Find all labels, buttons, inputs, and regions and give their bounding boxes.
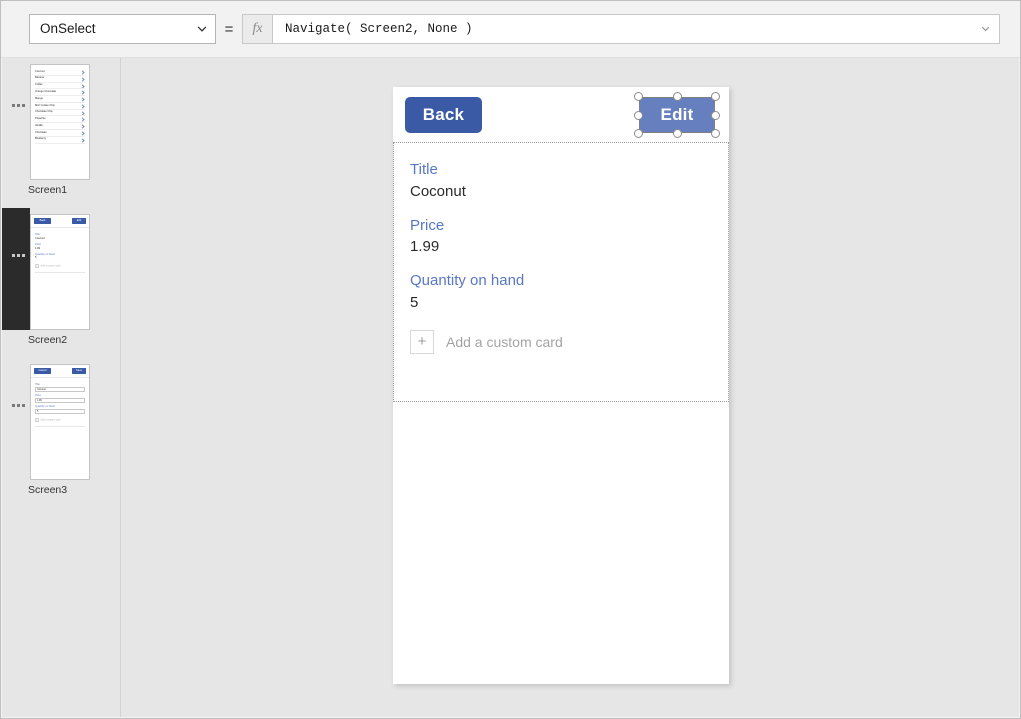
screen3-mini-field-label: Price xyxy=(35,394,85,398)
resize-handle-middle-left[interactable] xyxy=(634,111,643,120)
field-value: Coconut xyxy=(410,181,728,203)
list-item: Chocolate xyxy=(35,130,85,137)
power-apps-studio: OnSelect = fx Navigate( Screen2, None ) … xyxy=(0,0,1021,719)
screen1-ellipsis-icon[interactable] xyxy=(12,104,25,107)
screen2-mini-divider xyxy=(35,272,85,273)
screen2-mini-add-card: +Add a custom card xyxy=(35,264,85,268)
screen2-mini-edit-button: Edit xyxy=(72,218,86,224)
screen3-mini-cancel-button: Cancel xyxy=(34,368,51,374)
phone-preview: Back Edit Title Coconut xyxy=(393,87,729,684)
screen2-mini-header: Back Edit xyxy=(31,215,89,228)
screen2-mini-back-button: Back xyxy=(34,218,51,224)
display-form[interactable]: Title Coconut Price 1.99 Quantity on han… xyxy=(393,142,729,402)
screen3-ellipsis-icon[interactable] xyxy=(12,404,25,407)
screen1-preview: Coconut Banana Coffee Orange Chocolate M… xyxy=(30,64,90,180)
form-field-price[interactable]: Price 1.99 xyxy=(410,215,728,259)
list-item: Orange Chocolate xyxy=(35,89,85,96)
list-item: Blueberry xyxy=(35,137,85,144)
screen2-mini-field-value: 5 xyxy=(35,256,85,260)
edit-button-selection[interactable]: Edit xyxy=(639,97,715,133)
screen-thumbnail-screen1[interactable]: Coconut Banana Coffee Orange Chocolate M… xyxy=(2,58,121,208)
back-button[interactable]: Back xyxy=(405,97,482,133)
list-item: Banana xyxy=(35,76,85,83)
screen3-mini-form: Title Coconut Price 1.99 Quantity on han… xyxy=(31,378,89,427)
add-custom-card-button[interactable]: + Add a custom card xyxy=(410,330,728,354)
formula-bar: OnSelect = fx Navigate( Screen2, None ) xyxy=(1,1,1020,58)
screen3-preview: Cancel Save Title Coconut Price 1.99 Qua… xyxy=(30,364,90,480)
screen3-mini-header: Cancel Save xyxy=(31,365,89,378)
screen3-mini-save-button: Save xyxy=(72,368,86,374)
plus-icon: + xyxy=(410,330,434,354)
equals-sign: = xyxy=(216,21,242,38)
field-value: 1.99 xyxy=(410,236,728,258)
resize-handle-top-right[interactable] xyxy=(711,92,720,101)
field-label: Title xyxy=(410,159,728,181)
screen1-gallery-list: Coconut Banana Coffee Orange Chocolate M… xyxy=(31,65,89,144)
resize-handle-bottom-right[interactable] xyxy=(711,129,720,138)
screen3-mini-field-label: Quantity on hand xyxy=(35,405,85,409)
screen-thumbnail-rail[interactable]: Coconut Banana Coffee Orange Chocolate M… xyxy=(2,58,121,717)
resize-handle-top-left[interactable] xyxy=(634,92,643,101)
screen2-mini-form: Title Coconut Price 1.99 Quantity on han… xyxy=(31,228,89,273)
property-dropdown[interactable]: OnSelect xyxy=(29,14,216,44)
formula-expand-chevron-icon[interactable] xyxy=(981,25,990,34)
field-value: 5 xyxy=(410,292,728,314)
resize-handle-top-center[interactable] xyxy=(673,92,682,101)
list-item: Vanilla xyxy=(35,123,85,130)
list-item: Coconut xyxy=(35,69,85,76)
screen2-preview: Back Edit Title Coconut Price 1.99 Quant… xyxy=(30,214,90,330)
screen-thumbnail-screen2[interactable]: Back Edit Title Coconut Price 1.99 Quant… xyxy=(2,208,121,358)
list-item: Chocolate Chip xyxy=(35,110,85,117)
screen3-mini-field-input: Coconut xyxy=(35,387,85,392)
screen-header: Back Edit xyxy=(393,87,729,142)
chevron-down-icon xyxy=(197,24,207,34)
screen-thumbnail-screen3[interactable]: Cancel Save Title Coconut Price 1.99 Qua… xyxy=(2,358,121,508)
form-field-quantity-on-hand[interactable]: Quantity on hand 5 xyxy=(410,270,728,314)
screen1-caption: Screen1 xyxy=(28,184,67,196)
add-custom-card-label: Add a custom card xyxy=(446,334,563,350)
screen2-caption: Screen2 xyxy=(28,334,67,346)
screen3-mini-field-input: 1.99 xyxy=(35,398,85,403)
formula-text: Navigate( Screen2, None ) xyxy=(285,22,473,36)
screen3-mini-field-label: Title xyxy=(35,383,85,387)
screen2-ellipsis-icon[interactable] xyxy=(12,254,25,257)
fx-icon-glyph: fx xyxy=(252,21,262,37)
screen3-caption: Screen3 xyxy=(28,484,67,496)
list-item: Pistachio xyxy=(35,116,85,123)
screen3-mini-add-card: +Add a custom card xyxy=(35,418,85,422)
screen2-mini-field-value: Coconut xyxy=(35,237,85,241)
field-label: Price xyxy=(410,215,728,237)
resize-handle-middle-right[interactable] xyxy=(711,111,720,120)
screen3-mini-add-card-label: Add a custom card xyxy=(41,418,61,421)
resize-handle-bottom-center[interactable] xyxy=(673,129,682,138)
screen3-mini-divider xyxy=(35,426,85,427)
design-canvas[interactable]: Back Edit Title Coconut xyxy=(121,58,1019,717)
list-item: Coffee xyxy=(35,83,85,90)
property-dropdown-value: OnSelect xyxy=(40,22,96,36)
resize-handle-bottom-left[interactable] xyxy=(634,129,643,138)
list-item: Mint Cookie Chip xyxy=(35,103,85,110)
screen2-mini-add-card-label: Add a custom card xyxy=(41,265,61,268)
screen3-mini-field-input: 5 xyxy=(35,409,85,414)
edit-button[interactable]: Edit xyxy=(639,97,715,133)
list-item: Mango xyxy=(35,96,85,103)
fx-icon: fx xyxy=(242,14,272,44)
screen2-mini-field-value: 1.99 xyxy=(35,247,85,251)
formula-input[interactable]: Navigate( Screen2, None ) xyxy=(272,14,1000,44)
field-label: Quantity on hand xyxy=(410,270,728,292)
form-field-title[interactable]: Title Coconut xyxy=(410,159,728,203)
